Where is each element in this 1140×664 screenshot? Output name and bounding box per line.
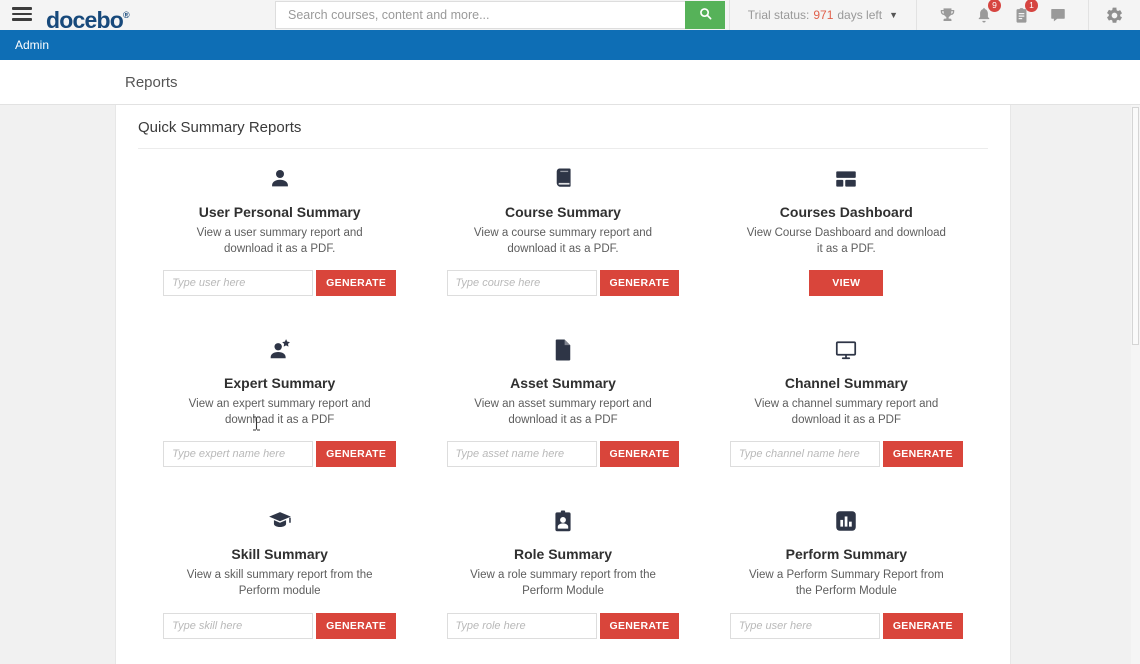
messages-chat-icon[interactable] [1048, 5, 1068, 25]
admin-bar-label: Admin [15, 38, 49, 52]
trial-days-left: 971 [813, 8, 833, 22]
card-action-button[interactable]: GENERATE [316, 270, 396, 296]
card-input[interactable] [730, 613, 880, 639]
card-controls: GENERATE [730, 441, 963, 467]
card-input[interactable] [163, 613, 313, 639]
card-action-button[interactable]: GENERATE [600, 441, 680, 467]
report-card: Channel Summary View a channel summary r… [705, 320, 988, 491]
card-title: Channel Summary [785, 375, 908, 391]
gamification-trophy-icon[interactable] [937, 5, 957, 25]
card-action-button[interactable]: VIEW [809, 270, 883, 296]
card-action-button[interactable]: GENERATE [600, 270, 680, 296]
card-title: User Personal Summary [199, 204, 361, 220]
topbar-right: Trial status: 971 days left ▼ 9 1 [729, 0, 1140, 30]
notifications-bell-icon[interactable]: 9 [974, 5, 994, 25]
registered-mark: ® [123, 10, 130, 20]
topbar-icons: 9 1 [917, 5, 1088, 25]
cards-grid: User Personal Summary View a user summar… [138, 149, 988, 664]
user-icon [267, 165, 293, 193]
card-description: View Course Dashboard and download it as… [742, 225, 950, 257]
card-description: View a Perform Summary Report from the P… [742, 567, 950, 599]
search-input[interactable] [275, 1, 685, 29]
expert-icon [267, 336, 293, 364]
card-action-button[interactable]: GENERATE [883, 441, 963, 467]
role-icon [550, 507, 576, 535]
card-description: View an asset summary report and downloa… [459, 396, 667, 428]
quick-summary-reports-panel: Quick Summary Reports User Personal Summ… [115, 105, 1011, 664]
report-card: Courses Dashboard View Course Dashboard … [705, 149, 988, 320]
search-button[interactable] [685, 1, 725, 29]
card-controls: GENERATE [447, 270, 680, 296]
perform-icon [833, 507, 859, 535]
card-controls: VIEW [809, 270, 883, 296]
card-controls: GENERATE [447, 441, 680, 467]
card-input[interactable] [163, 441, 313, 467]
card-description: View a role summary report from the Perf… [459, 567, 667, 599]
card-input[interactable] [163, 270, 313, 296]
card-input[interactable] [730, 441, 880, 467]
card-input[interactable] [447, 613, 597, 639]
card-description: View an expert summary report and downlo… [176, 396, 384, 428]
card-description: View a skill summary report from the Per… [176, 567, 384, 599]
card-action-button[interactable]: GENERATE [316, 441, 396, 467]
hamburger-menu-icon[interactable] [12, 7, 32, 23]
tasks-badge: 1 [1025, 0, 1038, 12]
card-title: Course Summary [505, 204, 621, 220]
settings-gear-icon[interactable] [1089, 6, 1140, 25]
card-action-button[interactable]: GENERATE [883, 613, 963, 639]
book-icon [550, 165, 576, 193]
report-card: Perform Summary View a Perform Summary R… [705, 491, 988, 662]
page-title: Reports [125, 74, 178, 91]
card-controls: GENERATE [447, 613, 680, 639]
report-card: User Personal Summary View a user summar… [138, 149, 421, 320]
scrollbar-thumb[interactable] [1132, 107, 1139, 345]
main-content: Quick Summary Reports User Personal Summ… [0, 105, 1140, 664]
card-action-button[interactable]: GENERATE [316, 613, 396, 639]
global-search [275, 1, 725, 29]
card-description: View a user summary report and download … [176, 225, 384, 257]
asset-icon [550, 336, 576, 364]
card-controls: GENERATE [163, 441, 396, 467]
notifications-badge: 9 [988, 0, 1001, 12]
report-card: Role Summary View a role summary report … [421, 491, 704, 662]
card-title: Role Summary [514, 546, 612, 562]
search-icon [698, 6, 713, 24]
page-header: Reports [0, 60, 1140, 105]
trial-label: Trial status: [748, 8, 810, 22]
card-controls: GENERATE [163, 613, 396, 639]
card-input[interactable] [447, 270, 597, 296]
report-card: Skill Summary View a skill summary repor… [138, 491, 421, 662]
trial-status-dropdown[interactable]: Trial status: 971 days left ▼ [729, 0, 917, 30]
docebo-logo[interactable]: docebo® [46, 0, 130, 30]
card-input[interactable] [447, 441, 597, 467]
chevron-down-icon: ▼ [889, 10, 898, 20]
channel-icon [833, 336, 859, 364]
report-card: Course Summary View a course summary rep… [421, 149, 704, 320]
card-title: Perform Summary [786, 546, 907, 562]
section-title: Quick Summary Reports [138, 119, 988, 149]
card-controls: GENERATE [730, 613, 963, 639]
card-description: View a channel summary report and downlo… [742, 396, 950, 428]
card-action-button[interactable]: GENERATE [600, 613, 680, 639]
card-controls: GENERATE [163, 270, 396, 296]
card-description: View a course summary report and downloa… [459, 225, 667, 257]
tasks-clipboard-icon[interactable]: 1 [1011, 5, 1031, 25]
skill-icon [267, 507, 293, 535]
report-card: Expert Summary View an expert summary re… [138, 320, 421, 491]
trial-suffix: days left [837, 8, 882, 22]
card-title: Expert Summary [224, 375, 335, 391]
admin-bar[interactable]: Admin [0, 30, 1140, 60]
card-title: Asset Summary [510, 375, 616, 391]
report-card: Asset Summary View an asset summary repo… [421, 320, 704, 491]
card-title: Skill Summary [231, 546, 328, 562]
card-title: Courses Dashboard [780, 204, 913, 220]
dashboard-icon [833, 165, 859, 193]
top-bar: docebo® Trial status: 971 days left ▼ 9 [0, 0, 1140, 30]
